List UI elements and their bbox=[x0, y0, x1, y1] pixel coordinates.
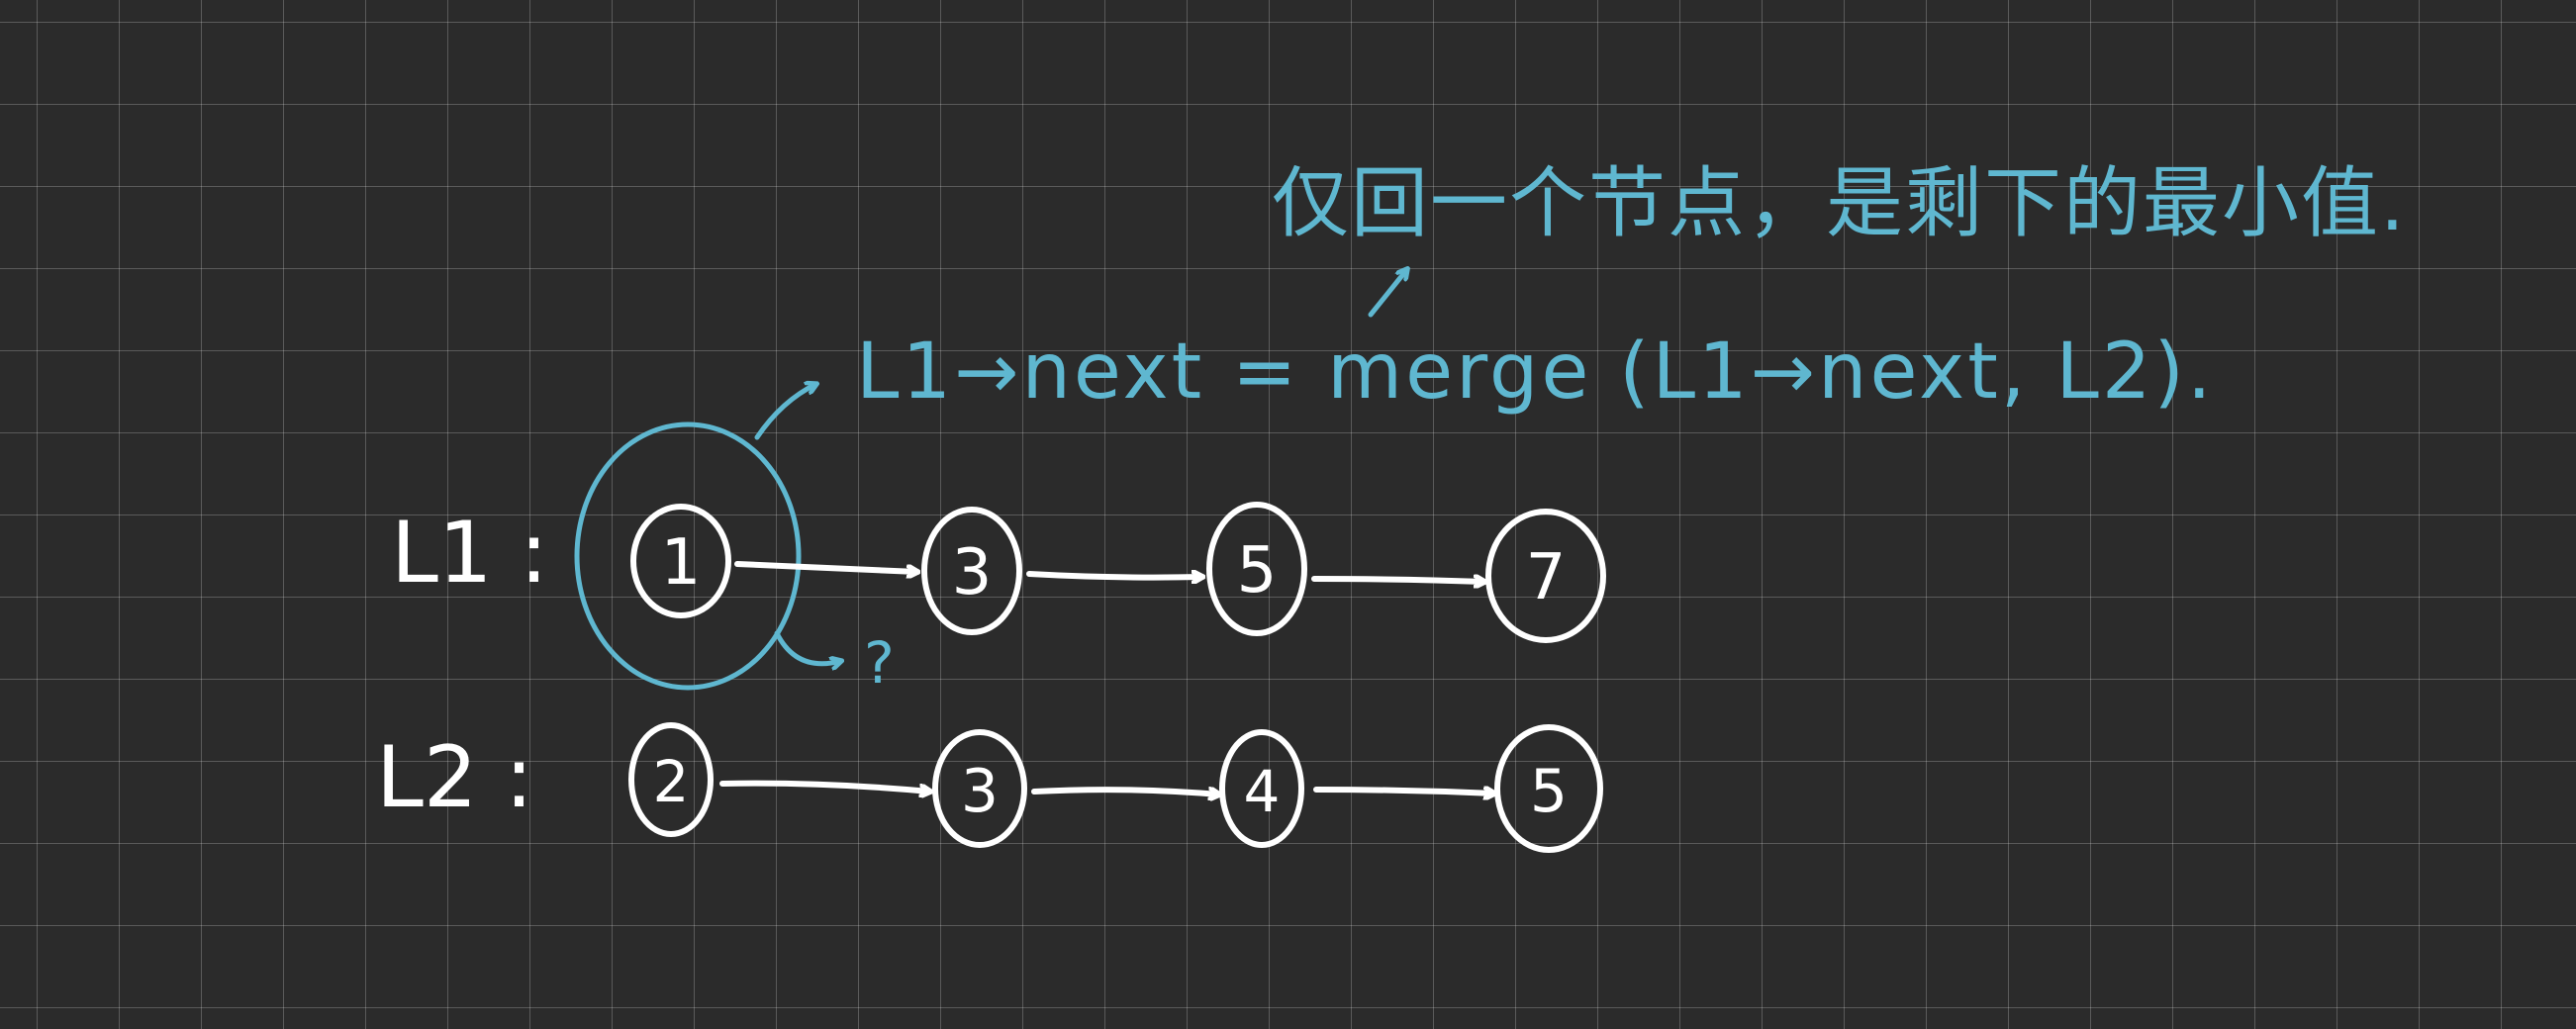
circle-to-formula-arrow bbox=[754, 384, 816, 440]
l1-node-3-value: 5 bbox=[1237, 534, 1278, 608]
question-mark: ? bbox=[864, 629, 895, 697]
l2-arrow-3 bbox=[1313, 790, 1494, 794]
annotation-pointer-arrow bbox=[1368, 269, 1407, 318]
l2-arrow-2 bbox=[1031, 790, 1219, 795]
l2-node-2-value: 3 bbox=[961, 757, 999, 826]
l1-arrow-2 bbox=[1026, 574, 1202, 578]
l1-node-1-value: 1 bbox=[661, 526, 702, 600]
annotation-top: 仅回一个节点，是剩下的最小值. bbox=[1272, 159, 2407, 248]
l2-node-1-value: 2 bbox=[653, 748, 690, 815]
l2-node-3-value: 4 bbox=[1244, 758, 1281, 825]
formula-text: L1→next = merge (L1→next, L2). bbox=[856, 327, 2215, 417]
l1-arrow-3 bbox=[1311, 579, 1484, 582]
l2-node-4-value: 5 bbox=[1530, 757, 1568, 826]
l1-node-4-value: 7 bbox=[1526, 541, 1567, 614]
question-arrow bbox=[774, 630, 841, 664]
list-label-l1: L1 : bbox=[391, 504, 548, 603]
l1-arrow-1 bbox=[734, 561, 917, 572]
list-label-l2: L2 : bbox=[376, 728, 533, 827]
whiteboard-canvas: 仅回一个节点，是剩下的最小值. L1→next = merge (L1→next… bbox=[376, 159, 2407, 853]
l1-node-2-value: 3 bbox=[952, 536, 993, 609]
l2-arrow-1 bbox=[719, 780, 930, 792]
